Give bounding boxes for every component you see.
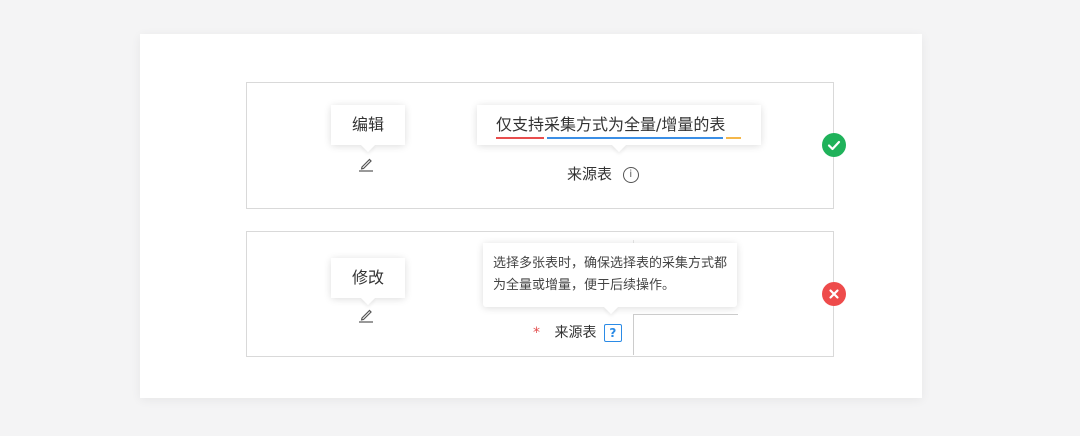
source-table-label-row: * 来源表 ?: [533, 322, 622, 342]
modify-tooltip-text: 修改: [331, 258, 405, 298]
underline-yellow: [726, 137, 741, 139]
close-circle-icon: [822, 282, 846, 306]
underline-blue: [547, 137, 723, 139]
edit-tooltip-text: 编辑: [331, 105, 405, 145]
help-tooltip: 选择多张表时，确保选择表的采集方式都为全量或增量，便于后续操作。: [483, 243, 737, 307]
pencil-icon[interactable]: [357, 155, 375, 173]
required-mark: *: [533, 325, 540, 341]
help-tooltip-text: 选择多张表时，确保选择表的采集方式都为全量或增量，便于后续操作。: [483, 243, 737, 297]
incorrect-example-panel: 修改 选择多张表时，确保选择表的采集方式都为全量或增量，便于后续操作。 * 来源…: [246, 231, 834, 357]
pencil-icon[interactable]: [357, 306, 375, 324]
question-square-icon[interactable]: ?: [603, 324, 622, 342]
source-table-label-row: 来源表 i: [567, 163, 639, 184]
check-circle-icon: [822, 133, 846, 157]
correct-example-panel: 编辑 仅支持采集方式为全量/增量的表 来源表 i: [246, 82, 834, 209]
source-table-label: 来源表: [554, 325, 597, 341]
restriction-tooltip-text: 仅支持采集方式为全量/增量的表: [477, 105, 761, 145]
source-table-select[interactable]: [633, 314, 738, 355]
edit-tooltip: 编辑: [331, 105, 405, 145]
source-table-label: 来源表: [567, 165, 613, 183]
restriction-tooltip: 仅支持采集方式为全量/增量的表: [477, 105, 761, 145]
modify-tooltip: 修改: [331, 258, 405, 298]
comparison-card: 编辑 仅支持采集方式为全量/增量的表 来源表 i 修改 选择多张表时，确保选择表…: [140, 34, 922, 398]
underline-red: [496, 137, 544, 139]
info-circle-icon[interactable]: i: [622, 166, 639, 183]
